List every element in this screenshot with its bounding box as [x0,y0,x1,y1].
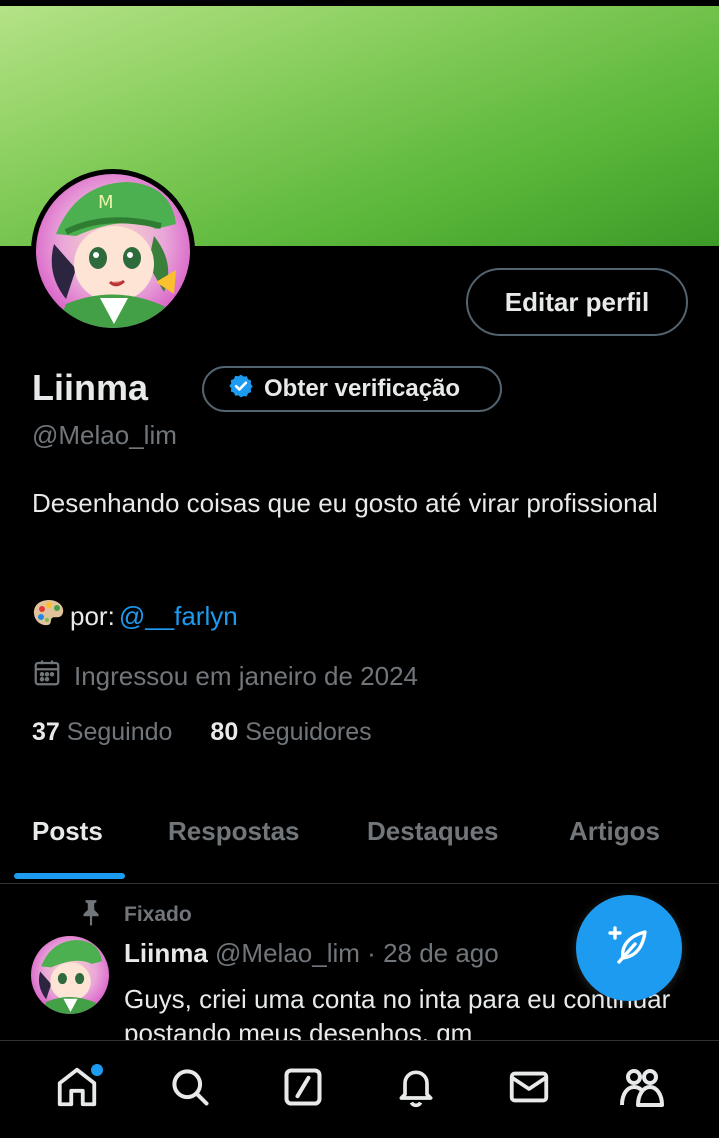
profile-tabs: Posts Respostas Destaques Artigos [0,800,719,884]
nav-search[interactable] [160,1060,220,1120]
post-header: Liinma @Melao_lim · 28 de ago [124,938,499,969]
pin-icon [78,898,104,932]
join-date-text: Ingressou em janeiro de 2024 [74,661,419,691]
profile-name: Liinma [32,367,149,408]
get-verified-label: Obter verificação [264,375,461,402]
post-author-name[interactable]: Liinma [124,938,208,968]
nav-messages[interactable] [499,1060,559,1120]
following-link[interactable]: 37 Seguindo [32,718,172,747]
profile-avatar[interactable]: M [31,169,195,333]
palette-icon [32,598,66,635]
follow-stats: 37 Seguindo 80 Seguidores [32,718,372,747]
profile-handle: @Melao_lim [32,420,177,450]
bottom-navigation [0,1040,719,1138]
verified-badge-icon [228,373,254,406]
nav-communities[interactable] [612,1060,672,1120]
svg-text:M: M [98,192,114,213]
bio-credit: por: @__farlyn [32,598,238,635]
credit-mention-link[interactable]: @__farlyn [119,601,238,632]
followers-link[interactable]: 80 Seguidores [210,718,371,747]
status-bar-area [0,0,719,6]
followers-label: Seguidores [245,718,372,746]
avatar-image: M [36,174,190,328]
nav-home[interactable] [47,1060,107,1120]
pinned-label: Fixado [78,898,192,932]
post-author-avatar[interactable] [31,936,109,1014]
nav-notifications[interactable] [386,1060,446,1120]
pinned-text: Fixado [124,903,192,926]
following-label: Seguindo [66,718,173,746]
edit-profile-button[interactable]: Editar perfil [466,268,688,336]
followers-count: 80 [210,718,239,746]
get-verified-button[interactable]: Obter verificação [202,366,502,412]
notification-dot [90,1063,103,1076]
post-date[interactable]: 28 de ago [383,938,499,968]
join-date: Ingressou em janeiro de 2024 [32,658,418,695]
active-tab-indicator [14,873,125,879]
bell-icon [394,1065,438,1114]
communities-icon [618,1063,666,1116]
compose-feather-icon [605,922,653,975]
profile-bio: Desenhando coisas que eu gosto até virar… [32,488,658,518]
post-author-handle: @Melao_lim [215,938,360,968]
tab-posts[interactable]: Posts [32,816,103,847]
tab-highlights[interactable]: Destaques [367,816,499,847]
search-icon [168,1065,212,1114]
mail-icon [506,1064,552,1115]
tab-replies[interactable]: Respostas [168,816,300,847]
post-separator: · [367,938,376,968]
tab-articles[interactable]: Artigos [569,816,660,847]
following-count: 37 [32,718,60,746]
grok-icon [281,1065,325,1114]
compose-post-button[interactable] [576,895,682,1001]
credit-prefix: por: [70,601,115,631]
calendar-icon [32,658,62,695]
nav-grok[interactable] [273,1060,333,1120]
